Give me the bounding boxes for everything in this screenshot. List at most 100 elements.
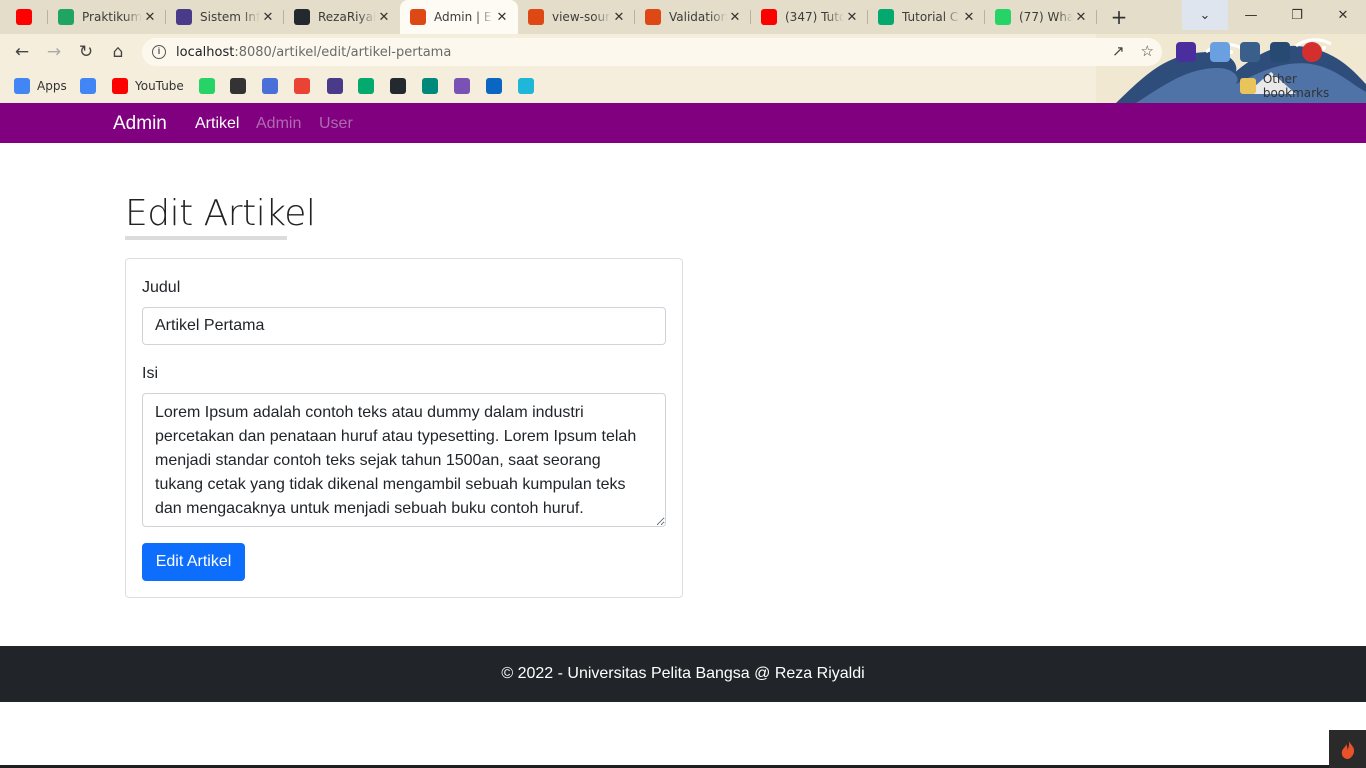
edit-artikel-button[interactable]: Edit Artikel [142,543,245,581]
whatsapp-icon [995,9,1011,25]
judul-input[interactable] [142,307,666,345]
codeigniter-icon [528,9,544,25]
close-tab-icon[interactable]: ✕ [142,10,158,25]
codeigniter-flame-icon [1341,739,1354,759]
youtube-icon [16,9,32,25]
close-tab-icon[interactable]: ✕ [1073,10,1089,25]
bootstrap-icon [454,78,470,94]
tab-title: view-sour [552,10,611,24]
minimize-button[interactable]: — [1228,0,1274,30]
tab-title: Sistem Inf [200,10,260,24]
close-tab-icon[interactable]: ✕ [961,10,977,25]
w3schools-icon [358,78,374,94]
bookmark-label: YouTube [135,79,184,93]
tab-title: Tutorial C [902,10,959,24]
codeigniter-debug-toolbar-button[interactable] [1329,730,1366,768]
tab-title: Praktikum [82,10,142,24]
tab-title: RezaRiyal [318,10,376,24]
browser-tab[interactable]: RezaRiyal ✕ [284,0,400,34]
new-tab-button[interactable]: + [1106,4,1132,30]
bookmark-item[interactable] [80,76,96,96]
browser-tab[interactable]: Validation ✕ [635,0,751,34]
close-tab-icon[interactable]: ✕ [260,10,276,25]
footer: © 2022 - Universitas Pelita Bangsa @ Rez… [0,646,1366,702]
extensions-icon[interactable] [1240,42,1260,62]
gmail-icon [294,78,310,94]
close-tab-icon[interactable]: ✕ [844,10,860,25]
bookmark-item[interactable] [262,76,278,96]
home-button[interactable]: ⌂ [106,40,130,64]
nav-link-admin[interactable]: Admin [256,115,301,133]
share-icon[interactable]: ↗ [1112,42,1125,60]
profile-avatar[interactable] [1302,42,1322,62]
university-icon [327,78,343,94]
extension-graduation-icon[interactable] [1176,42,1196,62]
flag-icon [262,78,278,94]
university-icon [176,9,192,25]
restore-button[interactable]: ❐ [1274,0,1320,30]
whatsapp-icon [199,78,215,94]
close-window-button[interactable]: ✕ [1320,0,1366,30]
browser-tab[interactable]: (347) Tuto ✕ [751,0,868,34]
bookmark-item[interactable] [486,76,502,96]
bookmark-item[interactable] [199,76,215,96]
nav-link-artikel[interactable]: Artikel [195,115,239,133]
close-tab-icon[interactable]: ✕ [727,10,743,25]
google-drive-icon [58,9,74,25]
address-bar[interactable]: i localhost:8080/artikel/edit/artikel-pe… [142,38,1162,66]
bookmark-item[interactable] [422,76,438,96]
navbar-brand[interactable]: Admin [113,113,167,135]
forward-button[interactable]: → [42,40,66,64]
bookmark-item[interactable] [358,76,374,96]
github-icon [294,9,310,25]
extension-puzzle-icon[interactable] [1210,42,1230,62]
url-path: :8080/artikel/edit/artikel-pertama [234,44,452,60]
browser-tab[interactable]: (77) What ✕ [985,0,1097,34]
bookmark-item[interactable] [390,76,406,96]
browser-tab[interactable]: view-sour ✕ [518,0,635,34]
bookmark-label: Apps [37,79,67,93]
github-square-icon [230,78,246,94]
browser-tab[interactable]: Sistem Inf ✕ [166,0,284,34]
other-bookmarks-label: Other bookmarks [1262,72,1330,100]
browser-tab[interactable]: Admin | E ✕ [400,0,518,34]
tab-title: (347) Tuto [785,10,844,24]
bookmark-item[interactable] [454,76,470,96]
tab-separator [1096,10,1097,24]
apps-grid-icon [14,78,30,94]
google-translate-icon [80,78,96,94]
bookmark-item[interactable] [230,76,246,96]
tab-title: Validation [669,10,727,24]
bookmark-star-icon[interactable]: ☆ [1141,42,1154,60]
youtube-icon [112,78,128,94]
close-tab-icon[interactable]: ✕ [376,10,392,25]
search-app-icon [518,78,534,94]
back-button[interactable]: ← [10,40,34,64]
github-icon [390,78,406,94]
google-meet-icon [422,78,438,94]
page-title: Edit Artikel [125,193,316,234]
tab-search-button[interactable]: ⌄ [1182,0,1228,30]
reading-list-icon[interactable] [1270,42,1290,62]
bookmark-item[interactable] [327,76,343,96]
folder-icon [1240,78,1256,94]
bookmark-item[interactable] [294,76,310,96]
isi-label: Isi [142,365,158,382]
reload-button[interactable]: ↻ [74,40,98,64]
browser-tab[interactable] [6,0,48,34]
close-tab-icon[interactable]: ✕ [611,10,627,25]
linkedin-icon [486,78,502,94]
bookmark-item[interactable] [518,76,534,96]
browser-tab[interactable]: Tutorial C ✕ [868,0,985,34]
site-info-icon[interactable]: i [152,45,166,59]
other-bookmarks[interactable]: Other bookmarks [1240,72,1366,100]
tab-title: Admin | E [434,10,492,24]
browser-tab[interactable]: Praktikum ✕ [48,0,166,34]
isi-textarea[interactable]: Lorem Ipsum adalah contoh teks atau dumm… [142,393,666,527]
url-text: localhost:8080/artikel/edit/artikel-pert… [176,45,451,60]
nav-link-user[interactable]: User [319,115,353,133]
bookmark-item[interactable]: YouTube [112,76,184,96]
close-tab-icon[interactable]: ✕ [494,10,510,25]
bookmark-item[interactable]: Apps [14,76,67,96]
judul-label: Judul [142,279,181,296]
